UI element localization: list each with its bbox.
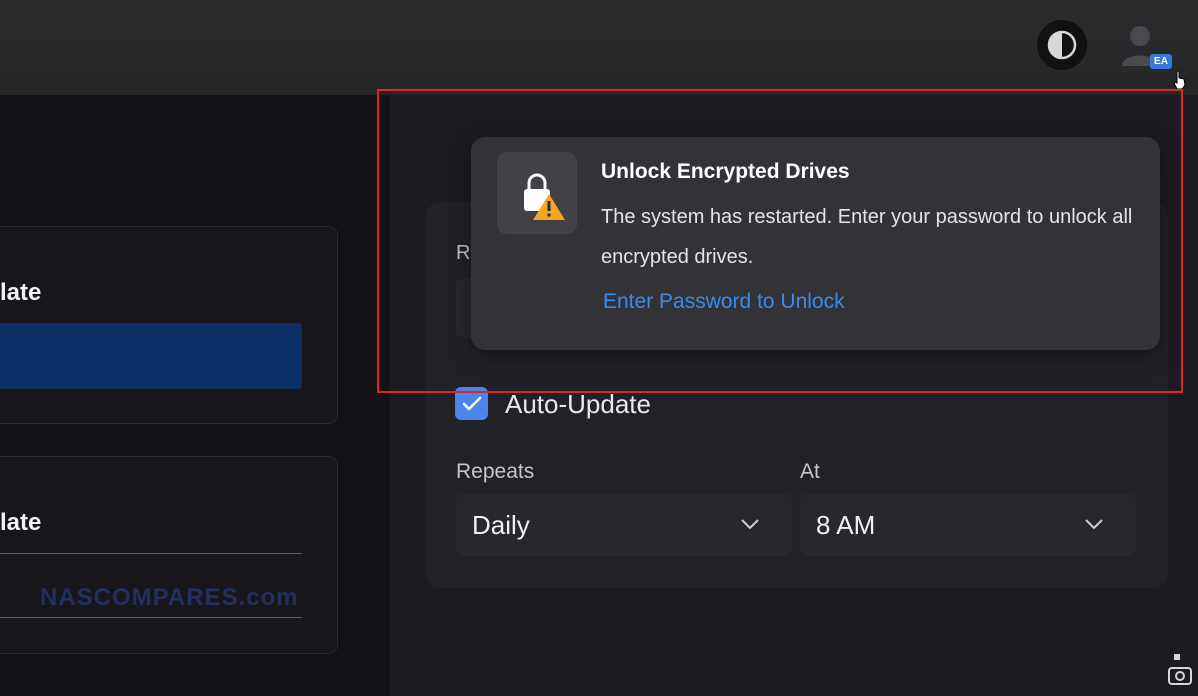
chevron-down-icon <box>1085 519 1103 530</box>
watermark-text: NASCOMPARES.com <box>40 584 299 611</box>
at-label: At <box>800 460 820 483</box>
update-card-2: late <box>0 456 338 654</box>
chevron-down-icon <box>741 519 759 530</box>
at-time-value: 8 AM <box>816 510 876 540</box>
card-title: late <box>0 279 42 306</box>
camera-icon[interactable] <box>1166 650 1194 690</box>
hand-cursor-icon <box>1173 70 1186 90</box>
card-title: late <box>0 509 42 536</box>
user-avatar-button[interactable]: EA <box>1120 22 1172 72</box>
theme-toggle-button[interactable] <box>1037 20 1087 70</box>
divider <box>0 553 302 554</box>
checkmark-icon <box>462 396 482 411</box>
divider <box>0 617 302 618</box>
highlight-box <box>377 89 1183 393</box>
selected-option-row[interactable] <box>0 323 302 389</box>
contrast-icon <box>1047 30 1077 60</box>
repeats-value: Daily <box>472 510 530 540</box>
at-time-select[interactable]: 8 AM <box>800 494 1136 556</box>
top-bar <box>0 0 1198 95</box>
repeats-select[interactable]: Daily <box>456 494 792 556</box>
update-card-1: late <box>0 226 338 424</box>
avatar-initials-badge: EA <box>1150 54 1172 69</box>
repeats-label: Repeats <box>456 460 535 483</box>
auto-update-label: Auto-Update <box>505 389 651 419</box>
